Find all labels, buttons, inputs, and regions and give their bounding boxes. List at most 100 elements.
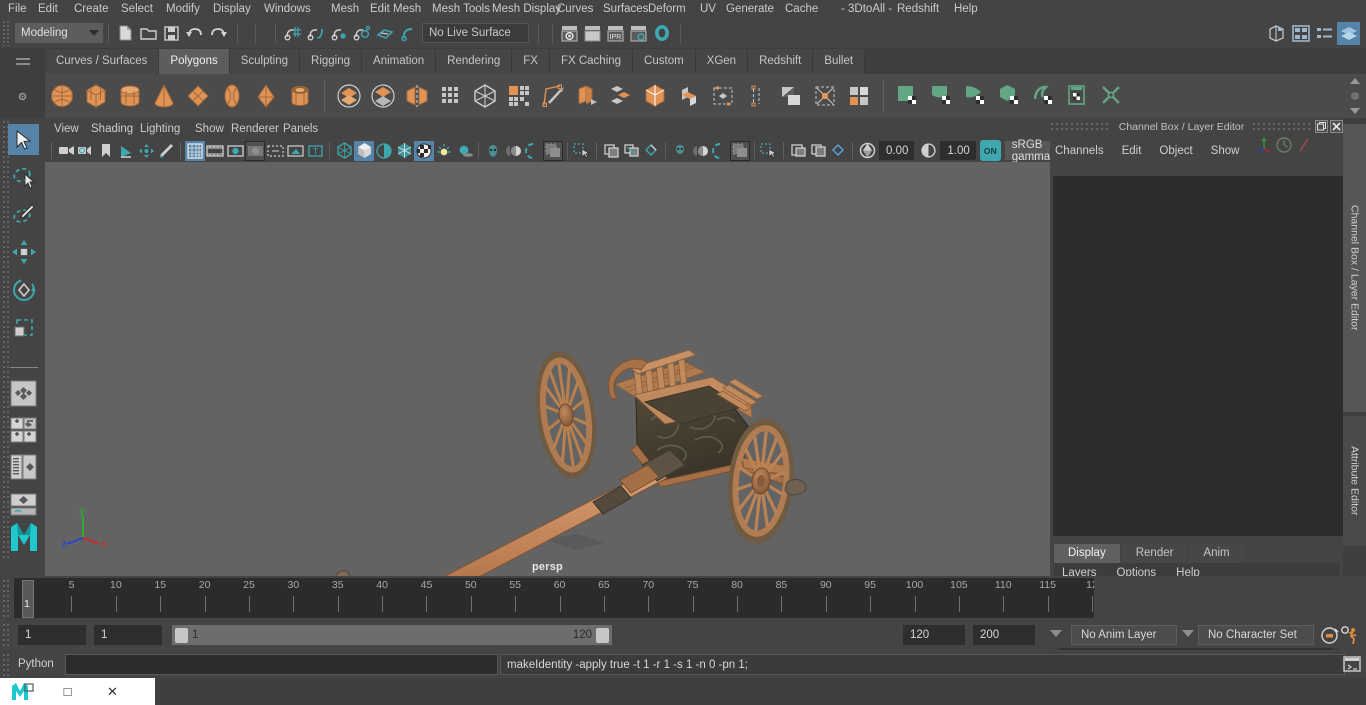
snap-to-projected-center-icon[interactable] [350, 22, 373, 45]
render-current-frame-icon[interactable] [558, 22, 581, 45]
contrast-icon[interactable] [918, 141, 938, 161]
snap-to-view-plane-icon[interactable] [373, 22, 396, 45]
film-origin-icon[interactable] [265, 141, 285, 161]
menu-item-edit[interactable]: Edit [38, 0, 58, 19]
menu-item-3dtoall[interactable]: - 3DtoAll - [841, 0, 892, 19]
grid-toggle-icon[interactable] [185, 140, 205, 161]
smooth-shade-all-icon[interactable] [710, 141, 730, 161]
maya-logo-icon[interactable] [8, 518, 39, 558]
isolate-select-icon[interactable] [572, 141, 592, 161]
select-camera-icon[interactable] [56, 141, 76, 161]
channel-box-menu-show[interactable]: Show [1211, 145, 1240, 157]
hardware-texturing-icon[interactable] [788, 141, 808, 161]
viewport-menu-lighting[interactable]: Lighting [140, 123, 180, 135]
exposure-field[interactable]: 0.00 [879, 141, 915, 160]
undock-panel-icon[interactable] [1315, 120, 1328, 133]
menu-item-file[interactable]: File [8, 0, 27, 19]
polygon-plane-icon[interactable] [181, 76, 215, 116]
polygon-cone-icon[interactable] [147, 76, 181, 116]
exposure-icon[interactable] [285, 141, 305, 161]
shaded-selection-icon[interactable] [730, 140, 750, 161]
channel-box-content[interactable] [1053, 176, 1343, 536]
shelf-tab-rendering[interactable]: Rendering [436, 49, 513, 74]
wireframe-shading-icon[interactable] [334, 141, 354, 161]
open-scene-icon[interactable] [137, 22, 160, 45]
view-transform-toggle[interactable]: ON [979, 140, 1001, 161]
channel-box-menu-edit[interactable]: Edit [1122, 145, 1142, 157]
show-hide-channel-box-icon[interactable] [1337, 21, 1360, 45]
depth-of-field-icon[interactable] [543, 140, 563, 161]
render-sequence-icon[interactable]: IPR [604, 22, 627, 45]
shelf-tab-animation[interactable]: Animation [362, 49, 437, 74]
anim-layer-dropdown-arrow[interactable] [1050, 630, 1062, 637]
menu-item-edit-mesh[interactable]: Edit Mesh [370, 0, 421, 19]
redo-icon[interactable] [206, 22, 229, 45]
shelf-tab-redshift[interactable]: Redshift [748, 49, 814, 74]
grease-pencil-icon[interactable] [156, 141, 176, 161]
range-slider-grip[interactable] [2, 623, 10, 646]
merge-vertices-icon[interactable] [706, 76, 740, 116]
minimize-button[interactable]: □ [45, 678, 90, 705]
character-set-selector[interactable]: No Character Set [1198, 625, 1314, 645]
undo-icon[interactable] [183, 22, 206, 45]
xray-icon[interactable] [601, 141, 621, 161]
range-slider-right-handle[interactable] [596, 627, 609, 643]
multisample-antialias-icon[interactable] [523, 141, 543, 161]
rotate-tool[interactable] [8, 274, 39, 305]
show-hide-attribute-editor-icon[interactable] [1289, 22, 1312, 45]
menu-item-select[interactable]: Select [121, 0, 153, 19]
xray-skeleton-icon[interactable] [670, 141, 690, 161]
viewport-menu-renderer[interactable]: Renderer [231, 123, 279, 135]
scroll-thumb[interactable] [1351, 92, 1359, 100]
menu-item-modify[interactable]: Modify [166, 0, 200, 19]
close-button[interactable]: ✕ [90, 678, 135, 705]
layer-editor-tab-render[interactable]: Render [1121, 544, 1188, 563]
smooth-proxy-icon[interactable] [468, 76, 502, 116]
menuset-selector[interactable]: Modeling [15, 23, 103, 43]
menu-item-surfaces[interactable]: Surfaces [603, 0, 648, 19]
menu-item-curves[interactable]: Curves [557, 0, 593, 19]
show-hide-modeling-toolkit-icon[interactable] [1265, 22, 1288, 45]
menu-item-redshift[interactable]: Redshift [897, 0, 939, 19]
scroll-down-icon[interactable] [1350, 108, 1360, 114]
show-hide-tool-settings-icon[interactable] [1313, 22, 1336, 45]
paint-select-tool[interactable] [8, 198, 39, 229]
channel-box-menu-object[interactable]: Object [1159, 145, 1192, 157]
status-line-grip[interactable] [2, 20, 11, 46]
mirror-geometry-icon[interactable] [400, 76, 434, 116]
move-tool[interactable] [8, 236, 39, 267]
uv-spherical-map-icon[interactable] [959, 76, 993, 116]
crease-tool-icon[interactable] [774, 76, 808, 116]
menu-item-deform[interactable]: Deform [648, 0, 686, 19]
menu-item-uv[interactable]: UV [700, 0, 716, 19]
append-polygon-icon[interactable] [672, 76, 706, 116]
close-panel-icon[interactable] [1330, 120, 1343, 133]
polygon-torus-icon[interactable] [215, 76, 249, 116]
vertical-tab-attribute-editor[interactable]: Attribute Editor [1343, 416, 1366, 546]
motion-blur-icon[interactable] [503, 141, 523, 161]
layer-editor-tab-display[interactable]: Display [1054, 544, 1120, 563]
flat-shading-icon[interactable] [374, 141, 394, 161]
select-tool[interactable] [8, 124, 39, 155]
snap-to-grid-icon[interactable] [281, 22, 304, 45]
menu-item-generate[interactable]: Generate [726, 0, 774, 19]
shelf-tab-bullet[interactable]: Bullet [813, 49, 866, 74]
separate-icon[interactable] [366, 76, 400, 116]
channel-box-menu-channels[interactable]: Channels [1055, 145, 1104, 157]
polygon-cube-icon[interactable] [79, 76, 113, 116]
aperture-icon[interactable] [857, 141, 877, 161]
viewport-menu-shading[interactable]: Shading [91, 123, 133, 135]
use-all-lights-icon[interactable] [434, 141, 454, 161]
range-start-time-field[interactable]: 1 [94, 625, 162, 645]
redshift-render-icon[interactable] [650, 22, 673, 45]
menu-item-help[interactable]: Help [954, 0, 978, 19]
four-view-layout[interactable] [8, 452, 39, 483]
film-gate-icon[interactable] [205, 141, 225, 161]
camera-attributes-icon[interactable] [76, 141, 96, 161]
panel-drag-grip[interactable] [1050, 122, 1111, 131]
gamma-field[interactable]: 1.00 [940, 141, 976, 160]
textured-shading-icon[interactable] [414, 140, 434, 161]
vertical-tab-channel-box[interactable]: Channel Box / Layer Editor [1343, 124, 1366, 412]
shelf-tab-sculpting[interactable]: Sculpting [229, 49, 301, 74]
viewport-menu-panels[interactable]: Panels [283, 123, 318, 135]
